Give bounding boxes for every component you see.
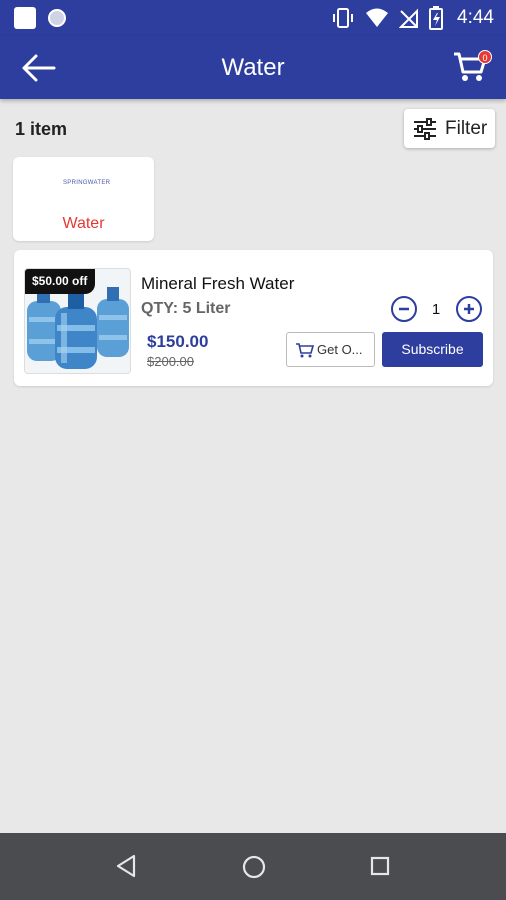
page-title: Water [221, 54, 285, 81]
no-signal-icon [399, 8, 419, 28]
quantity-increase-button[interactable] [456, 296, 482, 322]
product-name: Mineral Fresh Water [141, 274, 295, 293]
nav-home-icon [242, 855, 266, 879]
item-count: 1 item [15, 119, 68, 139]
quantity-decrease-button[interactable] [391, 296, 417, 322]
product-card[interactable]: $50.00 off Mineral Fresh Water QTY: 5 Li… [14, 250, 493, 386]
system-nav-bar [0, 833, 506, 900]
circle-icon [48, 9, 66, 27]
product-image: $50.00 off [24, 268, 131, 374]
category-label: Water [62, 215, 105, 232]
battery-icon [429, 6, 444, 30]
status-bar: 4:44 [0, 0, 506, 36]
nav-back-button[interactable] [114, 853, 140, 879]
cart-button[interactable]: 0 [452, 50, 492, 86]
status-bar-left [14, 7, 66, 29]
quantity-value: 1 [431, 301, 441, 318]
get-once-button[interactable]: Get O... [286, 332, 375, 367]
app-bar: Water 0 [0, 36, 506, 99]
cart-badge: 0 [478, 50, 492, 64]
wifi-icon [366, 8, 389, 27]
category-tile-water[interactable]: SPRINGWATER Water [13, 157, 154, 241]
sliders-icon [414, 117, 436, 140]
product-old-price: $200.00 [147, 354, 194, 369]
status-bar-right: 4:44 [331, 6, 494, 30]
nav-back-icon [116, 854, 136, 878]
cart-icon [296, 342, 315, 357]
nav-recents-icon [370, 856, 390, 876]
discount-badge: $50.00 off [25, 269, 96, 294]
product-price: $150.00 [147, 332, 209, 351]
plus-icon [464, 304, 474, 314]
filter-label: Filter [445, 117, 488, 139]
category-logo: SPRINGWATER [63, 180, 111, 186]
get-once-label: Get O... [317, 342, 363, 357]
subscribe-button[interactable]: Subscribe [382, 332, 483, 367]
nav-recents-button[interactable] [368, 854, 392, 878]
status-time: 4:44 [457, 7, 494, 28]
nav-home-button[interactable] [241, 854, 267, 880]
filter-button[interactable]: Filter [404, 109, 495, 148]
app-square-icon [14, 7, 36, 29]
product-qty: QTY: 5 Liter [141, 300, 231, 317]
vibrate-icon [333, 8, 354, 28]
minus-icon [399, 307, 409, 311]
